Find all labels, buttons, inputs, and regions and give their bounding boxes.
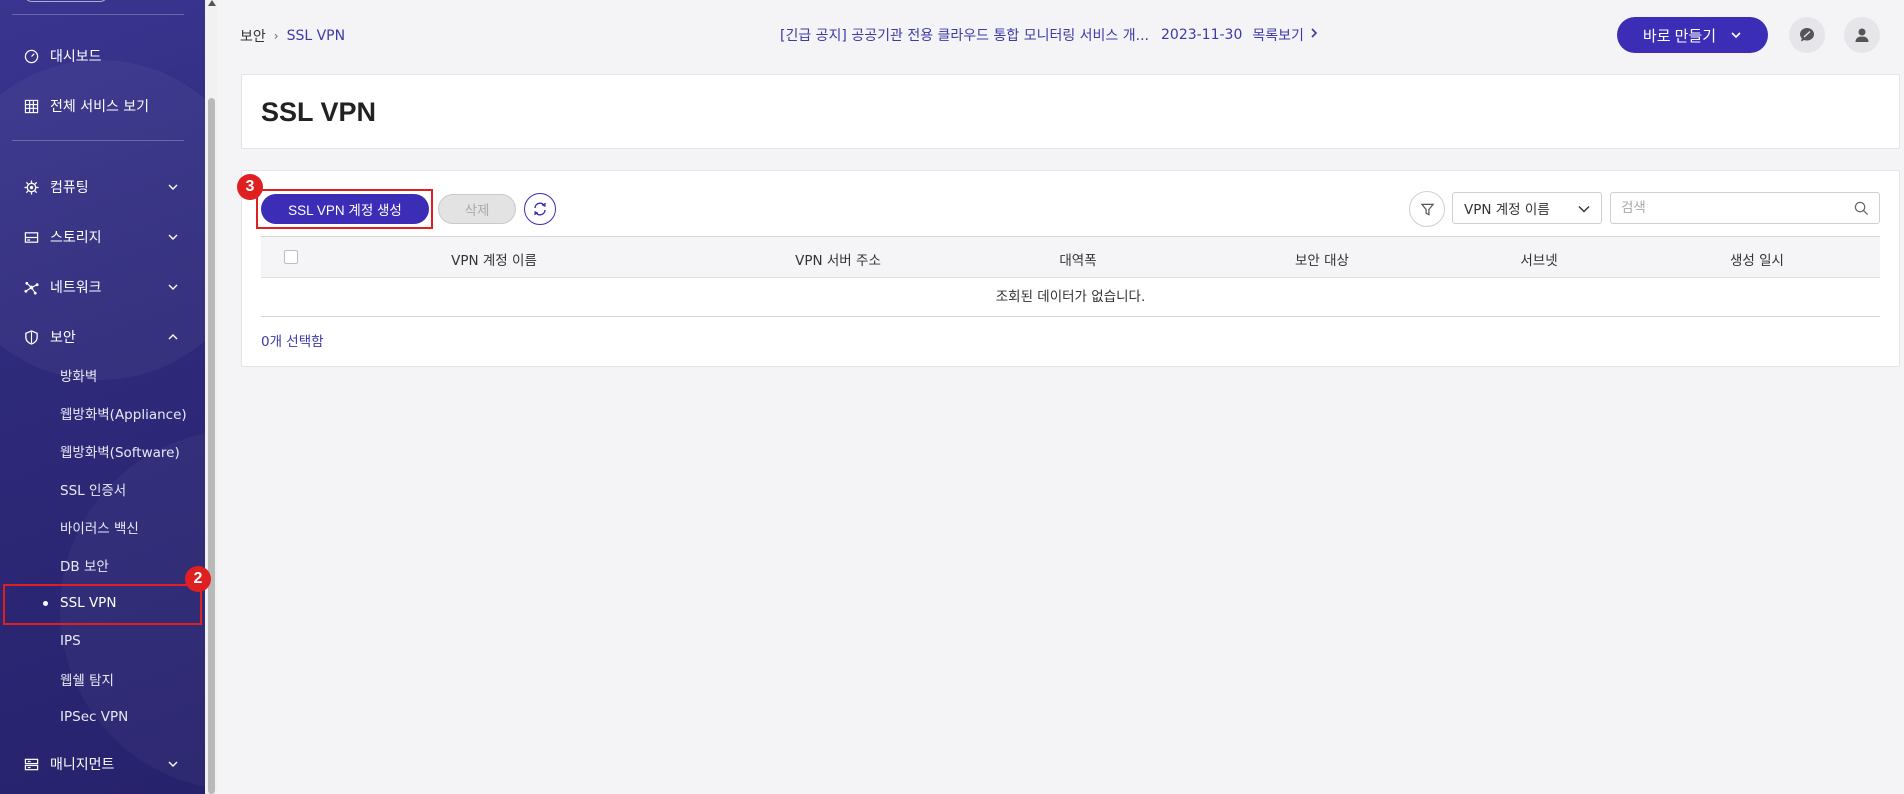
column-header-server-address[interactable]: VPN 서버 주소 bbox=[795, 249, 881, 269]
user-profile-button[interactable] bbox=[1844, 17, 1880, 53]
chevron-down-icon bbox=[1731, 32, 1741, 39]
chat-button[interactable] bbox=[1789, 17, 1825, 53]
annotation-badge-step-2: 2 bbox=[185, 566, 211, 592]
column-header-bandwidth[interactable]: 대역폭 bbox=[1059, 249, 1096, 269]
sidebar-item-network[interactable]: 네트워크 bbox=[0, 269, 205, 305]
notice-banner: [긴급 공지] 공공기관 전용 클라우드 통합 모니터링 서비스 개... 20… bbox=[780, 25, 1318, 45]
sidebar-sub-webshell-detection[interactable]: 웹쉘 탐지 bbox=[0, 662, 205, 696]
chevron-down-icon bbox=[1578, 206, 1590, 213]
scroll-up-arrow-icon[interactable] bbox=[208, 0, 216, 6]
chevron-right-icon: › bbox=[273, 29, 279, 43]
sidebar-item-management[interactable]: 매니지먼트 bbox=[0, 746, 205, 782]
chevron-right-icon bbox=[1310, 27, 1318, 43]
sidebar-item-security[interactable]: 보안 bbox=[0, 319, 205, 355]
title-card: SSL VPN bbox=[241, 74, 1900, 149]
top-header: 보안 › SSL VPN [긴급 공지] 공공기관 전용 클라우드 통합 모니터… bbox=[217, 0, 1904, 70]
sidebar-sub-waf-software[interactable]: 웹방화벽(Software) bbox=[0, 434, 205, 468]
column-header-created-at[interactable]: 생성 일시 bbox=[1730, 249, 1784, 269]
filter-icon bbox=[1420, 203, 1434, 216]
quick-create-label: 바로 만들기 bbox=[1642, 27, 1717, 45]
storage-icon bbox=[23, 229, 39, 245]
chevron-down-icon bbox=[168, 761, 178, 767]
refresh-icon bbox=[534, 202, 546, 216]
dashboard-icon bbox=[23, 48, 39, 64]
ssl-vpn-table: VPN 계정 이름 VPN 서버 주소 대역폭 보안 대상 서브넷 생성 일시 … bbox=[261, 236, 1880, 317]
chevron-down-icon bbox=[168, 234, 178, 240]
sidebar: 대시보드 전체 서비스 보기 컴퓨팅 스토리지 네트워크 보안 방화벽 웹방화벽… bbox=[0, 0, 205, 794]
annotation-badge-step-3: 3 bbox=[237, 174, 263, 200]
sidebar-item-computing[interactable]: 컴퓨팅 bbox=[0, 169, 205, 205]
sidebar-item-label: 컴퓨팅 bbox=[50, 180, 89, 196]
quick-create-button[interactable]: 바로 만들기 bbox=[1617, 17, 1768, 53]
table-empty-row: 조회된 데이터가 없습니다. bbox=[261, 278, 1880, 317]
sidebar-sub-ipsec-vpn[interactable]: IPSec VPN bbox=[0, 700, 205, 734]
delete-button[interactable]: 삭제 bbox=[438, 194, 516, 224]
chevron-down-icon bbox=[168, 284, 178, 290]
sidebar-sub-waf-appliance[interactable]: 웹방화벽(Appliance) bbox=[0, 396, 205, 430]
search-field-select[interactable]: VPN 계정 이름 bbox=[1452, 192, 1602, 224]
breadcrumb-security[interactable]: 보안 bbox=[240, 26, 266, 46]
grid-icon bbox=[23, 98, 39, 114]
shield-icon bbox=[23, 329, 39, 345]
sidebar-top-button[interactable] bbox=[24, 0, 108, 2]
network-icon bbox=[23, 279, 39, 295]
breadcrumb-ssl-vpn[interactable]: SSL VPN bbox=[287, 28, 346, 44]
sidebar-item-label: 매니지먼트 bbox=[50, 757, 115, 773]
chat-icon bbox=[1800, 28, 1814, 42]
search-input[interactable] bbox=[1621, 198, 1841, 218]
column-header-subnet[interactable]: 서브넷 bbox=[1520, 249, 1557, 269]
breadcrumb: 보안 › SSL VPN bbox=[240, 26, 345, 46]
page-title: SSL VPN bbox=[261, 97, 377, 127]
annotation-highlight-ssl-vpn bbox=[3, 584, 202, 625]
refresh-button[interactable] bbox=[524, 193, 556, 225]
sidebar-divider bbox=[12, 140, 184, 141]
sidebar-sub-ssl-certificate[interactable]: SSL 인증서 bbox=[0, 472, 205, 506]
selected-count: 0개 선택함 bbox=[261, 334, 324, 350]
user-icon bbox=[1855, 28, 1869, 42]
sidebar-sub-db-security[interactable]: DB 보안 bbox=[0, 548, 205, 582]
sidebar-item-label: 대시보드 bbox=[50, 49, 102, 65]
sidebar-item-storage[interactable]: 스토리지 bbox=[0, 219, 205, 255]
column-header-account-name[interactable]: VPN 계정 이름 bbox=[451, 249, 537, 269]
sidebar-item-dashboard[interactable]: 대시보드 bbox=[0, 38, 205, 74]
table-header: VPN 계정 이름 VPN 서버 주소 대역폭 보안 대상 서브넷 생성 일시 bbox=[261, 236, 1880, 278]
notice-text[interactable]: [긴급 공지] 공공기관 전용 클라우드 통합 모니터링 서비스 개... bbox=[780, 25, 1149, 45]
search-box bbox=[1610, 192, 1880, 224]
select-all-checkbox[interactable] bbox=[284, 250, 298, 264]
search-field-select-value: VPN 계정 이름 bbox=[1464, 202, 1550, 218]
management-icon bbox=[23, 756, 39, 772]
chevron-up-icon bbox=[168, 334, 178, 340]
sidebar-item-all-services[interactable]: 전체 서비스 보기 bbox=[0, 88, 205, 124]
filter-button[interactable] bbox=[1409, 191, 1445, 227]
sidebar-item-label: 전체 서비스 보기 bbox=[50, 99, 150, 115]
cpu-icon bbox=[23, 179, 39, 195]
annotation-highlight-create bbox=[256, 189, 433, 229]
sidebar-item-label: 보안 bbox=[50, 330, 76, 346]
sidebar-sub-antivirus[interactable]: 바이러스 백신 bbox=[0, 510, 205, 544]
notice-list-link[interactable]: 목록보기 bbox=[1252, 25, 1304, 45]
sidebar-sub-firewall[interactable]: 방화벽 bbox=[0, 358, 205, 392]
scroll-thumb[interactable] bbox=[208, 98, 215, 794]
chevron-down-icon bbox=[168, 184, 178, 190]
sidebar-scrollbar[interactable] bbox=[205, 0, 217, 794]
sidebar-sub-ips[interactable]: IPS bbox=[0, 624, 205, 658]
ssl-vpn-list-card: SSL VPN 계정 생성 3 삭제 VPN 계정 이름 VPN 계정 이름 V… bbox=[237, 170, 1900, 367]
column-header-security-target[interactable]: 보안 대상 bbox=[1295, 249, 1349, 269]
sidebar-divider bbox=[12, 14, 184, 15]
notice-date: 2023-11-30 bbox=[1161, 27, 1243, 43]
sidebar-item-label: 스토리지 bbox=[50, 230, 102, 246]
search-icon[interactable] bbox=[1854, 201, 1869, 216]
sidebar-item-label: 네트워크 bbox=[50, 280, 102, 296]
